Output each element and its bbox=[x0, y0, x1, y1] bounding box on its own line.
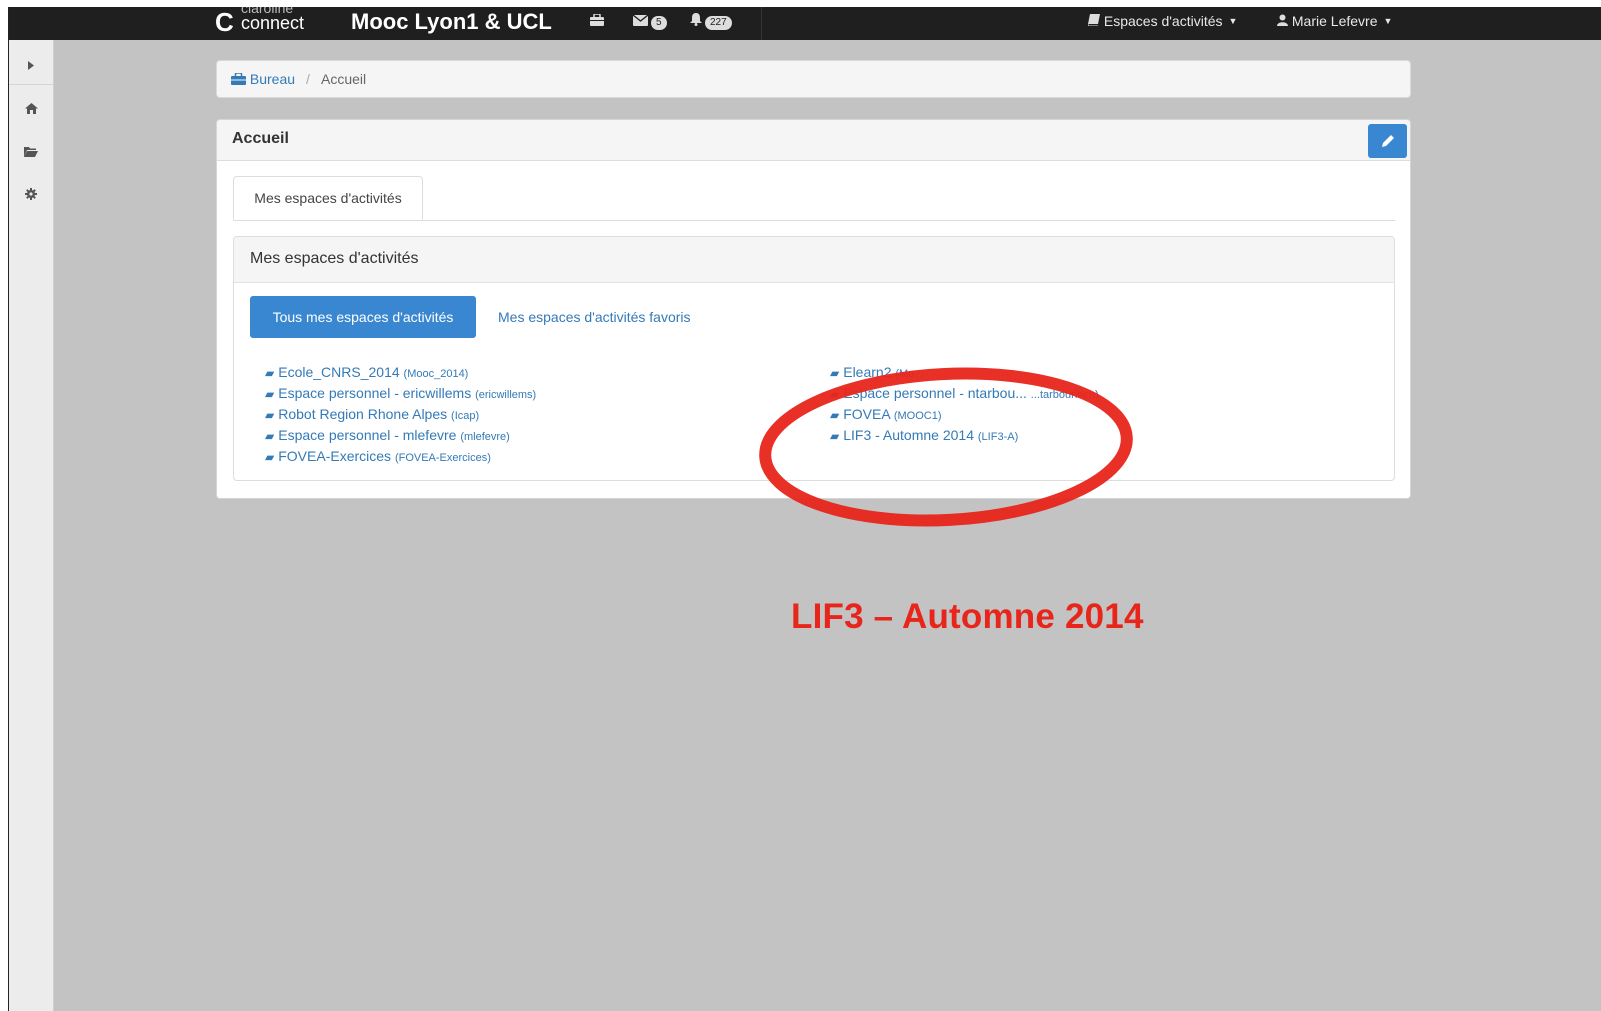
bell-icon bbox=[690, 13, 702, 26]
book-icon: ▰ bbox=[830, 429, 840, 443]
workspace-name: Ecole_CNRS_2014 bbox=[278, 364, 400, 380]
workspace-list-left: ▰ Ecole_CNRS_2014 (Mooc_2014) ▰ Espace per… bbox=[265, 362, 536, 467]
workspace-link[interactable]: ▰ Espace personnel - ntarbou... ...tarbou… bbox=[830, 383, 1099, 404]
breadcrumb-home-label: Bureau bbox=[249, 71, 296, 87]
workspace-code: (ericwillems) bbox=[475, 389, 537, 401]
notifications-badge: 227 bbox=[705, 16, 732, 30]
gear-icon bbox=[25, 188, 37, 200]
book-icon bbox=[1087, 14, 1100, 27]
book-icon: ▰ bbox=[265, 450, 275, 464]
user-dropdown[interactable]: Marie Lefevre ▼ bbox=[1277, 12, 1392, 30]
workspace-link[interactable]: ▰ Elearn2 (Mo... bbox=[830, 362, 1099, 383]
claroline-logo[interactable]: C claroline connect bbox=[215, 7, 345, 39]
pencil-icon bbox=[1381, 135, 1394, 147]
breadcrumb-current: Accueil bbox=[321, 71, 367, 87]
breadcrumb-desktop-link[interactable]: Bureau bbox=[231, 71, 295, 87]
workspace-link-lif3[interactable]: ▰ LIF3 - Automne 2014 (LIF3-A) bbox=[830, 425, 1099, 446]
workspaces-widget-header: Mes espaces d'activités bbox=[234, 237, 1394, 283]
workspace-code: (Mooc_2014) bbox=[403, 368, 469, 380]
favorite-workspaces-link[interactable]: Mes espaces d'activités favoris bbox=[498, 309, 691, 325]
top-navbar: C claroline connect Mooc Lyon1 & UCL 5 2… bbox=[9, 7, 1601, 40]
workspaces-widget: Mes espaces d'activités Tous mes espaces… bbox=[233, 236, 1395, 481]
window-left-edge bbox=[0, 7, 9, 1011]
home-icon bbox=[24, 103, 38, 114]
workspace-code: (Icap) bbox=[451, 410, 480, 422]
annotation-label: LIF3 – Automne 2014 bbox=[791, 597, 1144, 636]
briefcase-icon bbox=[231, 72, 246, 85]
workspace-link[interactable]: ▰ FOVEA (MOOC1) bbox=[830, 404, 1099, 425]
left-sidebar bbox=[9, 40, 54, 1011]
folder-open-icon bbox=[24, 147, 38, 157]
tab-my-workspaces[interactable]: Mes espaces d'activités bbox=[233, 176, 423, 220]
page-title: Accueil bbox=[232, 130, 289, 147]
caret-right-icon bbox=[28, 61, 34, 70]
sidebar-item-home[interactable] bbox=[9, 102, 53, 117]
workspace-name: Espace personnel - ntarbou... bbox=[843, 385, 1027, 401]
user-icon bbox=[1277, 14, 1288, 26]
user-menu-label: Marie Lefevre bbox=[1291, 13, 1378, 29]
workspace-code: (MOOC1) bbox=[893, 410, 942, 422]
caret-down-icon: ▼ bbox=[1383, 16, 1393, 26]
book-icon: ▰ bbox=[830, 387, 840, 401]
book-icon: ▰ bbox=[265, 408, 275, 422]
edit-button[interactable] bbox=[1368, 124, 1407, 158]
workspace-name: FOVEA bbox=[843, 406, 890, 422]
all-workspaces-button[interactable]: Tous mes espaces d'activités bbox=[250, 296, 476, 338]
workspace-link[interactable]: ▰ FOVEA-Exercices (FOVEA-Exercices) bbox=[265, 446, 536, 467]
workspace-code: (Mo... bbox=[895, 368, 924, 380]
platform-title[interactable]: Mooc Lyon1 & UCL bbox=[351, 10, 552, 34]
logo-bottom-text: connect bbox=[241, 13, 305, 33]
briefcase-icon[interactable] bbox=[590, 12, 604, 30]
logo-mark-icon: C bbox=[215, 7, 234, 37]
breadcrumb-separator: / bbox=[306, 71, 310, 87]
workspace-code: ...tarbouriech) bbox=[1030, 389, 1099, 401]
messages-badge: 5 bbox=[651, 16, 667, 30]
book-icon: ▰ bbox=[830, 366, 840, 380]
workspaces-widget-title: Mes espaces d'activités bbox=[250, 250, 419, 267]
sidebar-item-resources[interactable] bbox=[9, 145, 53, 160]
workspaces-menu-label: Espaces d'activités bbox=[1103, 13, 1223, 29]
workspace-name: LIF3 - Automne 2014 bbox=[843, 427, 974, 443]
workspaces-dropdown[interactable]: Espaces d'activités ▼ bbox=[1087, 12, 1238, 30]
app-window: C claroline connect Mooc Lyon1 & UCL 5 2… bbox=[9, 7, 1601, 1011]
messages-button[interactable]: 5 bbox=[632, 12, 667, 30]
workspace-code: (FOVEA-Exercices) bbox=[394, 452, 491, 464]
workspace-name: Robot Region Rhone Alpes bbox=[278, 406, 448, 422]
book-icon: ▰ bbox=[265, 429, 275, 443]
panel-header: Accueil bbox=[217, 120, 1410, 161]
notifications-button[interactable]: 227 bbox=[690, 12, 732, 30]
workspace-link[interactable]: ▰ Espace personnel - mlefevre (mlefevre) bbox=[265, 425, 536, 446]
book-icon: ▰ bbox=[265, 366, 275, 380]
sidebar-item-settings[interactable] bbox=[9, 188, 53, 203]
workspace-link[interactable]: ▰ Robot Region Rhone Alpes (Icap) bbox=[265, 404, 536, 425]
sidebar-toggle-button[interactable] bbox=[9, 58, 53, 73]
workspace-name: Espace personnel - mlefevre bbox=[278, 427, 457, 443]
book-icon: ▰ bbox=[265, 387, 275, 401]
envelope-icon bbox=[632, 14, 649, 26]
workspace-name: FOVEA-Exercices bbox=[278, 448, 392, 464]
workspace-code: (LIF3-A) bbox=[977, 431, 1019, 443]
navbar-divider bbox=[761, 7, 762, 40]
workspace-code: (mlefevre) bbox=[460, 431, 510, 443]
panel-tabs: Mes espaces d'activités bbox=[233, 176, 1395, 221]
workspace-name: Elearn2 bbox=[843, 364, 892, 380]
home-panel: Accueil Mes espaces d'activités Mes espa… bbox=[216, 119, 1411, 499]
workspace-link[interactable]: ▰ Espace personnel - ericwillems (ericwil… bbox=[265, 383, 536, 404]
book-icon: ▰ bbox=[830, 408, 840, 422]
sidebar-divider bbox=[9, 84, 53, 85]
workspace-link[interactable]: ▰ Ecole_CNRS_2014 (Mooc_2014) bbox=[265, 362, 536, 383]
caret-down-icon: ▼ bbox=[1228, 16, 1238, 26]
breadcrumb: Bureau / Accueil bbox=[216, 60, 1411, 98]
workspace-name: Espace personnel - ericwillems bbox=[278, 385, 472, 401]
workspace-list-right: ▰ Elearn2 (Mo... ▰ Espace personnel - ntar… bbox=[830, 362, 1099, 446]
